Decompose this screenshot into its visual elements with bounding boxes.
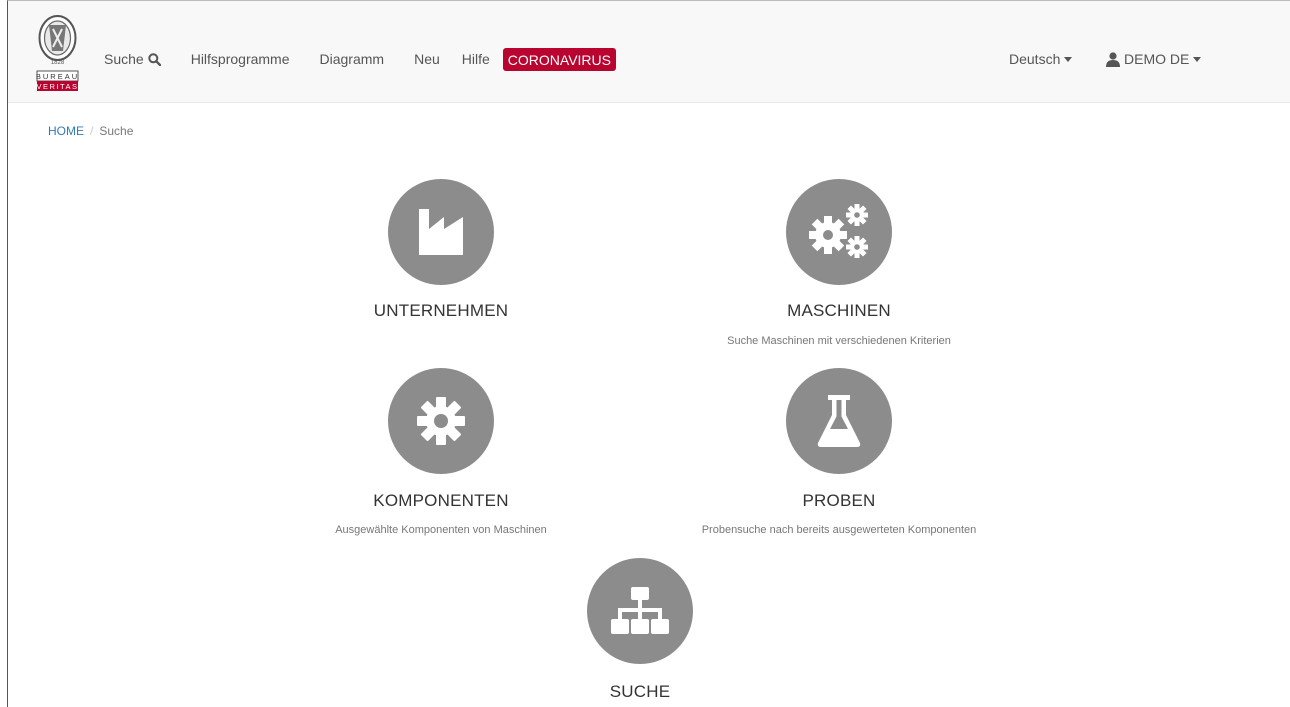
user-name: DEMO DE bbox=[1124, 51, 1190, 67]
caret-down-icon bbox=[1193, 56, 1202, 62]
tile-title[interactable]: KOMPONENTEN bbox=[373, 491, 508, 511]
app-frame: 1828 BUREAU VERITAS Suche Hilfsprogramme… bbox=[7, 0, 1290, 707]
factory-icon[interactable] bbox=[388, 179, 494, 285]
tile-description: Suche Maschinen mit verschiedenen Kriter… bbox=[727, 335, 951, 347]
flask-icon[interactable] bbox=[786, 368, 892, 474]
logo-year: 1828 bbox=[51, 60, 65, 66]
breadcrumb: HOME / Suche bbox=[48, 124, 133, 138]
nav-item-suche[interactable]: Suche bbox=[104, 51, 161, 67]
language-dropdown[interactable]: Deutsch bbox=[1009, 46, 1073, 72]
sitemap-icon[interactable] bbox=[587, 558, 693, 664]
logo-bottom-text: VERITAS bbox=[36, 82, 78, 91]
nav-item-label: Hilfsprogramme bbox=[190, 51, 290, 67]
nav-item-label: Neu bbox=[414, 51, 440, 67]
coronavirus-button[interactable]: CORONAVIRUS bbox=[502, 47, 616, 71]
tile-title[interactable]: SUCHE bbox=[610, 682, 671, 702]
breadcrumb-separator: / bbox=[90, 124, 94, 138]
nav-item-neu[interactable]: Neu bbox=[414, 51, 440, 67]
tile-description: Probensuche nach bereits ausgewerteten K… bbox=[701, 524, 977, 536]
nav-item-diagramm[interactable]: Diagramm bbox=[320, 51, 385, 67]
main-menu: Suche Hilfsprogramme Diagramm Neu Hilfe … bbox=[104, 46, 616, 72]
gear-icon[interactable] bbox=[388, 368, 494, 474]
user-menu-dropdown[interactable]: DEMO DE bbox=[1105, 46, 1202, 72]
tile-description: Ausgewählte Komponenten von Maschinen bbox=[335, 524, 547, 536]
nav-item-label: Diagramm bbox=[319, 51, 385, 67]
nav-item-label: Suche bbox=[104, 51, 144, 67]
caret-down-icon bbox=[1064, 56, 1073, 62]
language-label: Deutsch bbox=[1009, 51, 1061, 67]
logo-top-text: BUREAU bbox=[36, 72, 79, 81]
tile-title[interactable]: MASCHINEN bbox=[787, 301, 891, 321]
tile-title[interactable]: PROBEN bbox=[803, 491, 876, 511]
breadcrumb-current: Suche bbox=[99, 124, 134, 138]
nav-item-label: Hilfe bbox=[461, 51, 490, 67]
gears-icon[interactable] bbox=[786, 179, 892, 285]
breadcrumb-home-link[interactable]: HOME bbox=[48, 124, 84, 138]
top-navbar: 1828 BUREAU VERITAS Suche Hilfsprogramme… bbox=[8, 1, 1290, 103]
tile-title[interactable]: UNTERNEHMEN bbox=[374, 301, 508, 321]
bureau-veritas-logo[interactable]: 1828 BUREAU VERITAS bbox=[27, 11, 88, 93]
nav-item-hilfe[interactable]: Hilfe bbox=[462, 51, 490, 67]
search-icon bbox=[148, 52, 161, 66]
user-icon bbox=[1105, 51, 1121, 67]
nav-item-hilfsprogramme[interactable]: Hilfsprogramme bbox=[191, 51, 290, 67]
